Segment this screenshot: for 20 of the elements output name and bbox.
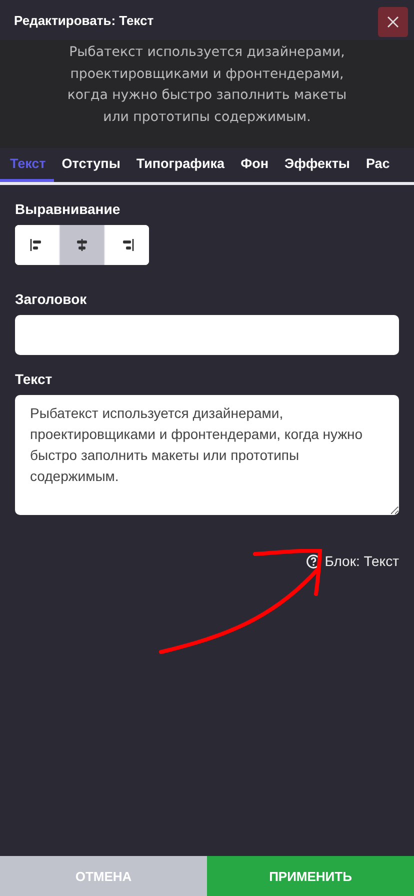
window-title: Редактировать: Текст bbox=[14, 12, 154, 28]
alignment-label: Выравнивание bbox=[15, 201, 122, 217]
text-area[interactable]: Рыбатекст используется дизайнерами, проектировщиками и фронтендерами, когда нужно быстро заполнить макеты или прототипы содержимым. bbox=[15, 395, 399, 515]
alignment-option[interactable] bbox=[59, 225, 104, 265]
preview-text: Рыбатекст используется дизайнерами, проектировщиками и фронтендерами, когда нужно быстро заполнить макеты или прототипы содержимым. bbox=[66, 44, 348, 126]
heading-label: Заголовок bbox=[15, 291, 88, 307]
align-left-icon bbox=[30, 238, 44, 252]
heading-field[interactable] bbox=[15, 315, 399, 355]
tab[interactable]: Фон bbox=[232, 148, 276, 182]
alignment-option[interactable] bbox=[104, 225, 149, 265]
text-label: Текст bbox=[15, 371, 54, 387]
align-right-icon bbox=[120, 238, 134, 252]
block-info: Блок: Текст bbox=[324, 553, 399, 569]
tab[interactable]: Рас bbox=[358, 148, 398, 182]
tab[interactable]: Отступы bbox=[54, 148, 128, 182]
close-icon bbox=[387, 16, 399, 28]
tab[interactable]: Эффекты bbox=[276, 148, 358, 182]
close-button[interactable] bbox=[378, 7, 408, 37]
align-center-icon bbox=[75, 238, 89, 252]
tab[interactable]: Типографика bbox=[128, 148, 233, 182]
